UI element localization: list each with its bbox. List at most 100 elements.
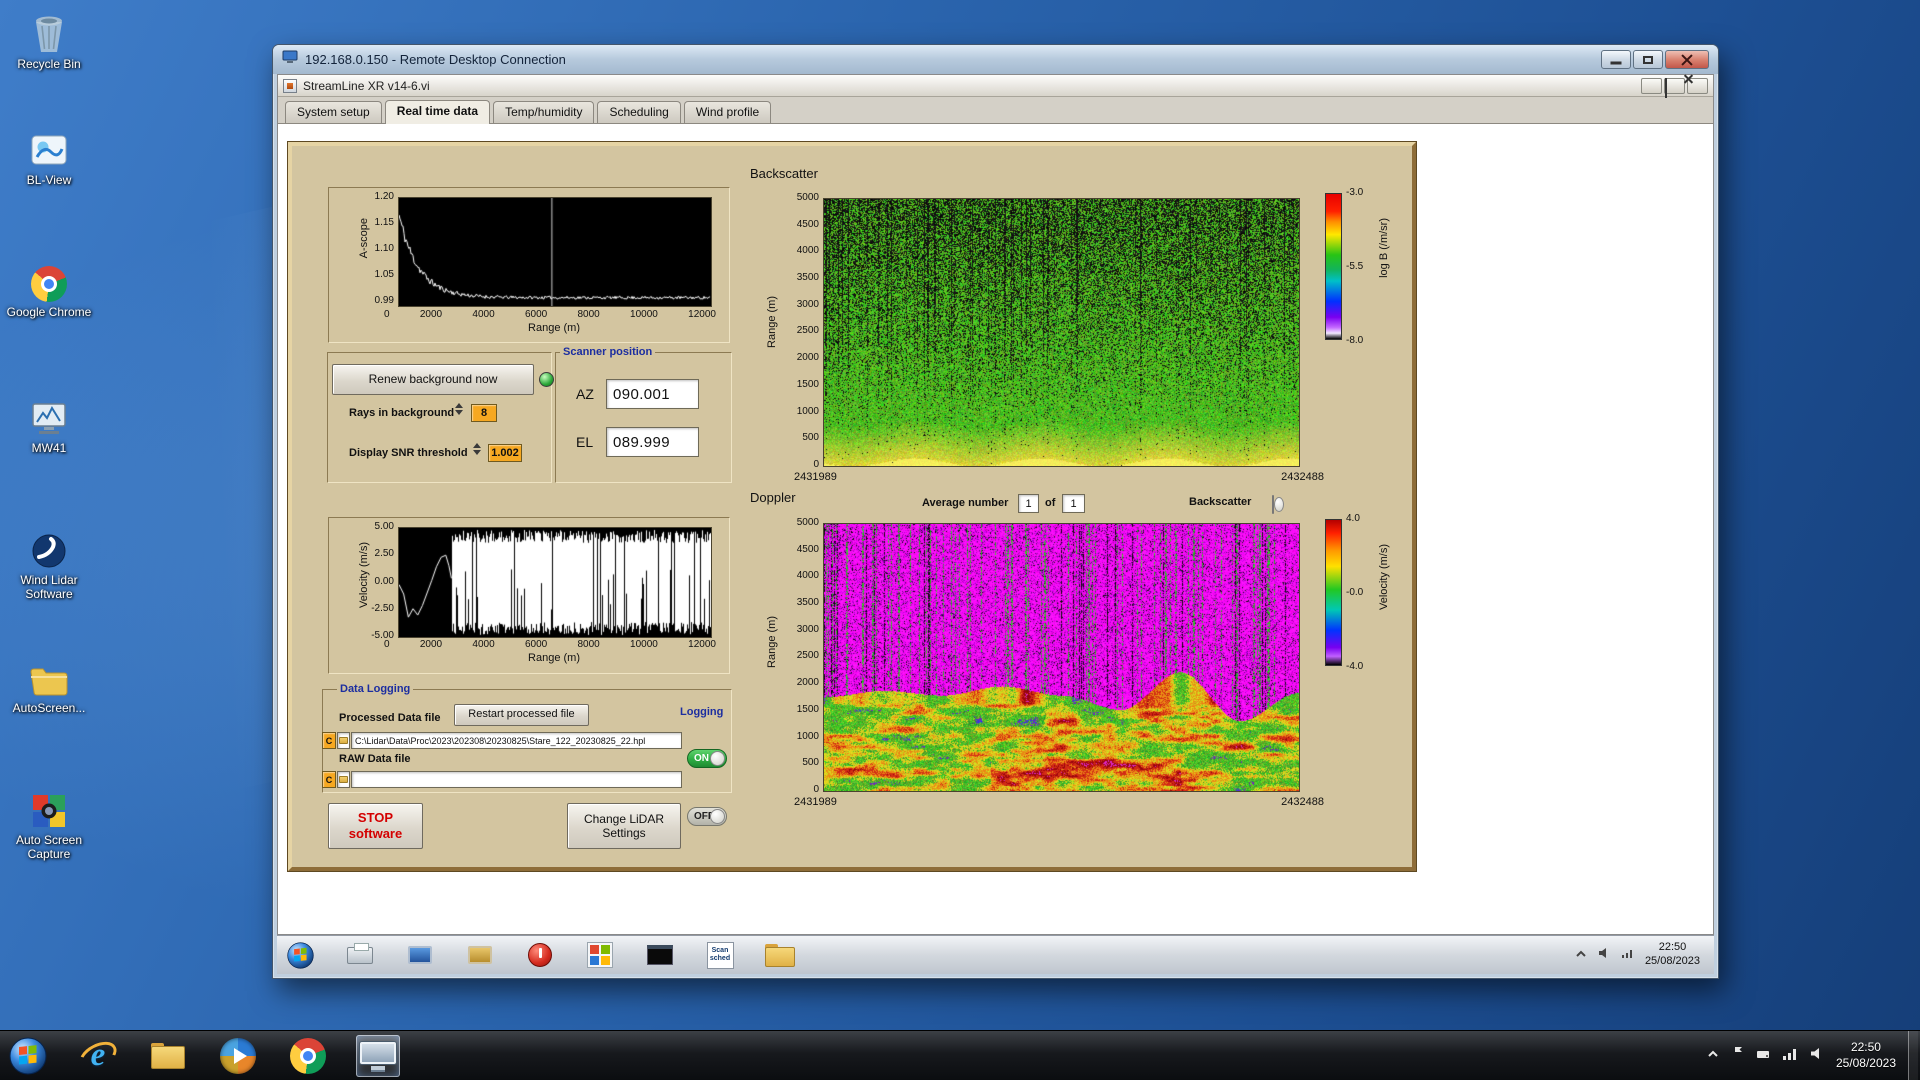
restart-processed-file-button[interactable]: Restart processed file <box>454 704 589 726</box>
rays-stepper[interactable] <box>455 403 463 415</box>
hidden-icons-chevron[interactable] <box>1575 946 1587 964</box>
hidden-icons-chevron[interactable] <box>1706 1047 1720 1065</box>
remote-clock-date: 25/08/2023 <box>1644 955 1700 967</box>
desktop-icon-bl-view[interactable]: BL-View <box>4 128 94 188</box>
tick-label: 1000 <box>796 730 819 742</box>
app-window-title: StreamLine XR v14-6.vi <box>303 78 430 93</box>
folder-icon <box>339 737 348 744</box>
processed-path-field[interactable]: C:\Lidar\Data\Proc\2023\202308\20230825\… <box>351 732 682 749</box>
rays-value[interactable]: 8 <box>471 404 497 422</box>
scan-sched-icon[interactable]: Scan sched <box>705 940 735 970</box>
grid-app-icon[interactable] <box>585 940 615 970</box>
az-value[interactable]: 090.001 <box>606 379 699 409</box>
tick-label: 0.00 <box>374 575 394 587</box>
tick-label: 3500 <box>796 272 819 284</box>
desktop-icon-label: Auto Screen Capture <box>15 833 83 861</box>
taskbar-rdp-icon[interactable] <box>356 1034 400 1077</box>
app-close-button[interactable] <box>1687 77 1708 94</box>
app-minimize-button[interactable] <box>1641 77 1662 94</box>
desktop-icon-wind-lidar[interactable]: Wind Lidar Software <box>4 528 94 602</box>
remote-start-button[interactable] <box>285 940 315 970</box>
tick-label: -5.5 <box>1346 261 1364 272</box>
raw-drive-selector[interactable]: C <box>322 771 336 788</box>
chart-app-icon[interactable] <box>465 940 495 970</box>
network-icon[interactable] <box>1782 1047 1797 1065</box>
tab-wind-profile[interactable]: Wind profile <box>683 101 772 123</box>
desktop-icon-autoscreen-folder[interactable]: AutoScreen... <box>4 656 94 716</box>
remote-tray: 22:50 25/08/2023 <box>1575 941 1706 969</box>
volume-icon[interactable] <box>1809 1047 1824 1065</box>
app-window-controls <box>1641 77 1708 98</box>
raw-logging-toggle[interactable]: OFF <box>687 807 727 826</box>
processed-logging-toggle[interactable]: ON <box>687 749 727 768</box>
tick-label: 4500 <box>796 543 819 555</box>
tick-label: 0 <box>384 639 390 650</box>
tab-scheduling[interactable]: Scheduling <box>597 101 681 123</box>
raw-path-field[interactable] <box>351 771 682 788</box>
velocity-xticks: 0 2000 4000 6000 8000 10000 12000 <box>384 639 716 650</box>
toggle-knob <box>710 809 725 824</box>
toggle-on-label: ON <box>694 753 709 764</box>
tick-label: 1500 <box>796 378 819 390</box>
close-button[interactable] <box>1665 50 1709 69</box>
show-desktop-button[interactable] <box>1908 1030 1918 1080</box>
change-lidar-settings-button[interactable]: Change LiDAR Settings <box>567 803 681 849</box>
terminal-icon[interactable] <box>645 940 675 970</box>
action-center-flag-icon[interactable] <box>1732 1046 1744 1065</box>
taskbar-clock[interactable]: 22:50 25/08/2023 <box>1836 1040 1896 1071</box>
tick-label: 2500 <box>796 325 819 337</box>
taskbar-media-player-icon[interactable] <box>216 1035 260 1077</box>
snr-stepper[interactable] <box>473 443 481 455</box>
start-orb-icon <box>286 941 314 969</box>
tab-real-time-data[interactable]: Real time data <box>384 100 491 124</box>
bl-view-icon <box>4 128 94 170</box>
backscatter-toggle[interactable] <box>1272 495 1284 514</box>
desktop-icon-mw41[interactable]: MW41 <box>4 396 94 456</box>
snr-value[interactable]: 1.002 <box>488 444 522 462</box>
tick-label: 500 <box>802 432 819 444</box>
processed-drive-selector[interactable]: C <box>322 732 336 749</box>
tab-system-setup[interactable]: System setup <box>285 101 382 123</box>
rdp-titlebar[interactable]: 192.168.0.150 - Remote Desktop Connectio… <box>273 45 1718 74</box>
average-number-value[interactable]: 1 <box>1018 494 1039 513</box>
tick-label: 2431989 <box>794 471 837 483</box>
average-count-value[interactable]: 1 <box>1062 494 1085 513</box>
renew-background-button[interactable]: Renew background now <box>332 364 534 395</box>
remote-clock[interactable]: 22:50 25/08/2023 <box>1645 941 1706 969</box>
backscatter-heatmap <box>823 198 1300 467</box>
tick-label: 4000 <box>796 245 819 257</box>
tick-label: 4000 <box>472 639 495 650</box>
volume-icon[interactable] <box>1597 946 1611 964</box>
printer-icon[interactable] <box>345 940 375 970</box>
tick-label: 2431989 <box>794 796 837 808</box>
desktop-icon-recycle-bin[interactable]: Recycle Bin <box>4 12 94 72</box>
taskbar-explorer-icon[interactable] <box>146 1035 190 1077</box>
backscatter-yticks: 5000 4500 4000 3500 3000 2500 2000 1500 … <box>785 193 819 470</box>
tick-label: 5.00 <box>374 521 394 532</box>
front-panel: A-scope 1.20 1.15 1.10 1.05 0.99 0 2000 <box>287 141 1417 872</box>
maximize-button[interactable] <box>1633 50 1663 69</box>
el-value[interactable]: 089.999 <box>606 427 699 457</box>
processed-browse-button[interactable] <box>337 732 350 749</box>
hdd-icon[interactable] <box>1756 1047 1770 1065</box>
app-restore-button[interactable] <box>1664 77 1685 98</box>
taskbar-ie-icon[interactable]: e <box>74 1035 122 1077</box>
app-titlebar[interactable]: StreamLine XR v14-6.vi <box>278 75 1713 98</box>
desktop-icon-google-chrome[interactable]: Google Chrome <box>4 260 94 320</box>
minimize-button[interactable] <box>1601 50 1631 69</box>
desktop-icon-label: Recycle Bin <box>17 57 81 71</box>
desktop-icon-auto-screen-capture[interactable]: Auto Screen Capture <box>4 788 94 862</box>
of-label: of <box>1045 497 1056 509</box>
power-app-icon[interactable] <box>525 940 555 970</box>
tick-label: 0 <box>384 309 390 320</box>
chrome-icon <box>4 260 94 302</box>
taskbar-chrome-icon[interactable] <box>286 1035 330 1077</box>
tab-temp-humidity[interactable]: Temp/humidity <box>493 101 595 123</box>
display-app-icon[interactable] <box>405 940 435 970</box>
front-panel-background: A-scope 1.20 1.15 1.10 1.05 0.99 0 2000 <box>278 124 1713 934</box>
folder-taskbar-icon[interactable] <box>765 940 795 970</box>
network-icon[interactable] <box>1621 946 1635 964</box>
raw-browse-button[interactable] <box>337 771 350 788</box>
stop-software-button[interactable]: STOP software <box>328 803 423 849</box>
start-button[interactable] <box>6 1035 50 1077</box>
